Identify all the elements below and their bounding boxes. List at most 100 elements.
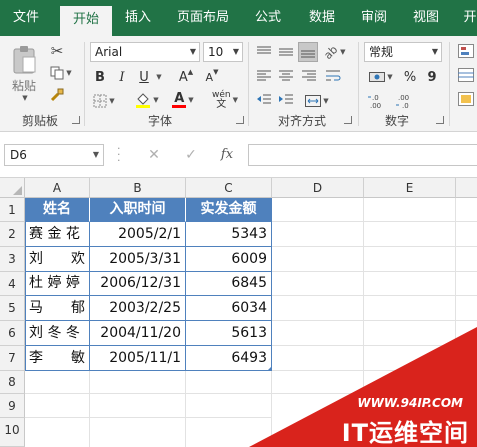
table-cell-name[interactable]: 赛 金 花 [25, 222, 90, 247]
grid-cell[interactable] [364, 247, 456, 272]
grid-cell[interactable] [364, 198, 456, 222]
grid-cell[interactable] [456, 198, 477, 222]
comma-style-button[interactable]: 9 [424, 68, 440, 86]
table-header-net-pay[interactable]: 实发金额 [186, 198, 272, 222]
percent-style-button[interactable]: % [402, 68, 418, 86]
drag-handle-icon[interactable]: · · · [117, 143, 121, 166]
select-all-button[interactable] [0, 178, 25, 198]
grid-cell[interactable] [25, 371, 90, 394]
tab-home[interactable]: 开始 [60, 6, 112, 36]
tab-file[interactable]: 文件 [4, 0, 48, 36]
table-cell-name[interactable]: 刘 冬 冬 [25, 321, 90, 346]
conditional-format-button[interactable] [454, 42, 477, 60]
font-size-select[interactable]: 10 ▼ [203, 42, 243, 62]
number-launcher-icon[interactable] [436, 116, 444, 124]
decrease-indent-button[interactable] [255, 92, 273, 108]
table-cell-name[interactable]: 杜 婷 婷 [25, 272, 90, 296]
row-header[interactable]: 1 [0, 198, 25, 222]
tab-page-layout[interactable]: 页面布局 [170, 0, 236, 36]
table-cell-date[interactable]: 2005/11/1 [90, 346, 186, 371]
align-top-button[interactable] [255, 44, 273, 60]
clipboard-launcher-icon[interactable] [72, 116, 80, 124]
tab-data[interactable]: 数据 [300, 0, 344, 36]
font-launcher-icon[interactable] [236, 116, 244, 124]
number-format-select[interactable]: 常规 ▼ [364, 42, 442, 62]
tab-developer[interactable]: 开 [456, 0, 477, 36]
cancel-entry-button[interactable]: ✕ [143, 144, 165, 166]
table-cell-name[interactable]: 马 郁 [25, 296, 90, 321]
row-header[interactable]: 5 [0, 296, 25, 321]
table-cell-amount[interactable]: 5343 [186, 222, 272, 247]
table-cell-date[interactable]: 2006/12/31 [90, 272, 186, 296]
grid-cell[interactable] [456, 247, 477, 272]
borders-button[interactable]: ▼ [92, 92, 116, 110]
row-header[interactable]: 10 [0, 418, 25, 447]
tab-formulas[interactable]: 公式 [246, 0, 290, 36]
wrap-text-button[interactable] [324, 68, 344, 84]
insert-function-button[interactable]: fx [216, 144, 238, 166]
tab-insert[interactable]: 插入 [116, 0, 160, 36]
align-left-button[interactable] [255, 68, 273, 84]
tab-review[interactable]: 审阅 [352, 0, 396, 36]
grid-cell[interactable] [272, 222, 364, 247]
format-as-table-button[interactable] [454, 66, 477, 84]
confirm-entry-button[interactable]: ✓ [180, 144, 202, 166]
underline-button[interactable]: U [136, 68, 152, 86]
column-header-d[interactable]: D [272, 178, 364, 198]
decrease-decimal-button[interactable]: .00.0 [394, 92, 416, 110]
alignment-launcher-icon[interactable] [344, 116, 352, 124]
table-header-name[interactable]: 姓名 [25, 198, 90, 222]
font-color-button[interactable]: A ▼ [168, 90, 198, 110]
grid-cell[interactable] [456, 272, 477, 296]
table-cell-name[interactable]: 刘 欢 [25, 247, 90, 272]
align-center-button[interactable] [277, 68, 295, 84]
grid-cell[interactable] [364, 222, 456, 247]
paste-button[interactable]: 粘贴 ▼ [8, 42, 40, 104]
cut-button[interactable]: ✂ [46, 42, 68, 60]
row-header[interactable]: 8 [0, 371, 25, 394]
column-header-c[interactable]: C [186, 178, 272, 198]
table-cell-amount[interactable]: 6845 [186, 272, 272, 296]
copy-button[interactable]: ▼ [46, 64, 76, 82]
grid-cell[interactable] [25, 418, 90, 447]
align-right-button[interactable] [300, 68, 318, 84]
orientation-button[interactable]: ab ▼ [322, 42, 348, 62]
grid-cell[interactable] [364, 296, 456, 321]
grid-cell[interactable] [272, 272, 364, 296]
table-cell-date[interactable]: 2003/2/25 [90, 296, 186, 321]
column-header-e[interactable]: E [364, 178, 456, 198]
row-header[interactable]: 3 [0, 247, 25, 272]
grid-cell[interactable] [90, 394, 186, 418]
table-cell-date[interactable]: 2005/2/1 [90, 222, 186, 247]
table-cell-date[interactable]: 2004/11/20 [90, 321, 186, 346]
tab-view[interactable]: 视图 [404, 0, 448, 36]
grid-cell[interactable] [272, 198, 364, 222]
format-painter-button[interactable] [46, 86, 68, 104]
table-cell-name[interactable]: 李 敏 [25, 346, 90, 371]
table-cell-amount[interactable]: 6009 [186, 247, 272, 272]
grow-font-button[interactable]: A ▲ [176, 68, 196, 86]
phonetic-button[interactable]: wén 文 ▼ [210, 90, 240, 110]
row-header[interactable]: 4 [0, 272, 25, 296]
cell-styles-button[interactable] [454, 90, 477, 108]
grid-cell[interactable] [456, 296, 477, 321]
row-header[interactable]: 9 [0, 394, 25, 418]
grid-cell[interactable] [25, 394, 90, 418]
fill-color-button[interactable]: ▼ [132, 90, 162, 110]
increase-decimal-button[interactable]: .0.00 [366, 92, 388, 110]
column-header-b[interactable]: B [90, 178, 186, 198]
column-header-a[interactable]: A [25, 178, 90, 198]
accounting-format-button[interactable]: ▼ [366, 68, 396, 86]
formula-input[interactable] [248, 144, 477, 166]
grid-cell[interactable] [456, 222, 477, 247]
font-name-select[interactable]: Arial ▼ [90, 42, 200, 62]
shrink-font-button[interactable]: A ▼ [202, 68, 222, 86]
grid-cell[interactable] [272, 247, 364, 272]
table-header-hire-date[interactable]: 入职时间 [90, 198, 186, 222]
table-cell-date[interactable]: 2005/3/31 [90, 247, 186, 272]
name-box[interactable]: D6 ▼ [4, 144, 104, 166]
grid-cell[interactable] [272, 296, 364, 321]
table-cell-amount[interactable]: 6034 [186, 296, 272, 321]
align-middle-button[interactable] [277, 44, 295, 60]
column-header-f[interactable] [456, 178, 477, 198]
